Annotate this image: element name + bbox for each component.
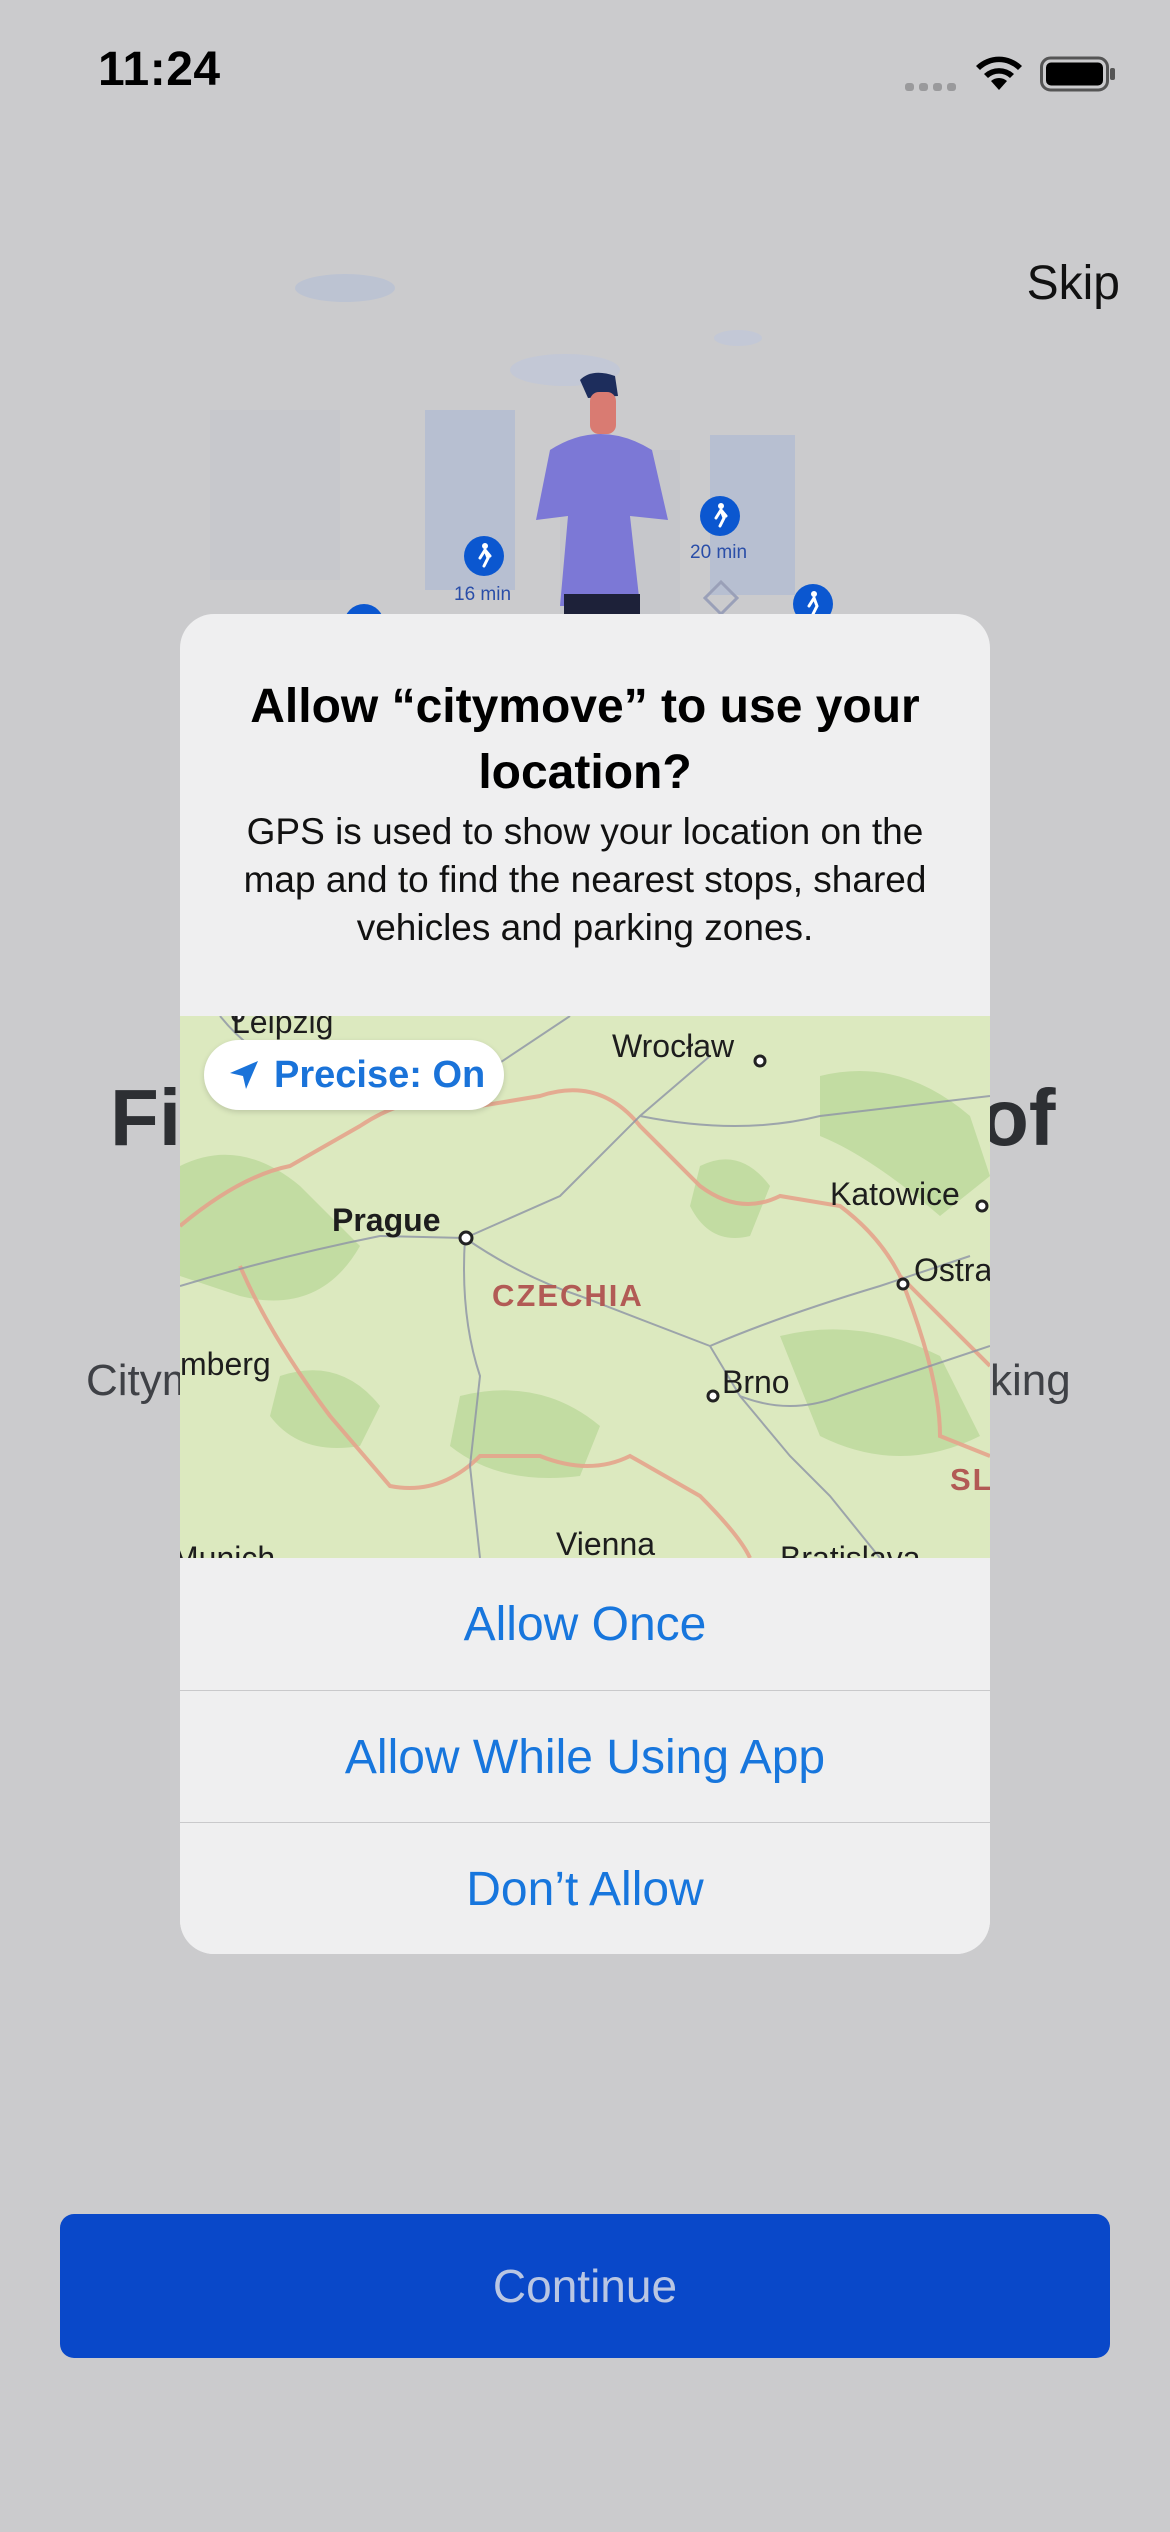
map-city-label: mberg: [180, 1346, 271, 1382]
map-city-label: Bratislava: [780, 1540, 921, 1558]
precise-location-toggle[interactable]: Precise: On: [204, 1040, 504, 1110]
route-time-label: 20 min: [690, 542, 748, 563]
cellular-signal-icon: [905, 80, 957, 92]
person-figure: [530, 370, 675, 615]
dialog-message: GPS is used to show your location on the…: [243, 811, 927, 948]
map-city-label: Vienna: [556, 1526, 656, 1558]
walk-icon: [700, 496, 740, 536]
allow-once-button[interactable]: Allow Once: [180, 1558, 990, 1690]
location-arrow-icon: [230, 1061, 258, 1089]
location-map: Leipzig Wrocław Prague Katowice Ostra mb…: [180, 1016, 990, 1558]
map-city-label: Munich: [180, 1540, 276, 1558]
dont-allow-button[interactable]: Don’t Allow: [180, 1822, 990, 1954]
route-time-label: 16 min: [454, 584, 512, 605]
map-city-label: Prague: [332, 1202, 441, 1238]
allow-while-using-button[interactable]: Allow While Using App: [180, 1690, 990, 1823]
map-city-label: Katowice: [830, 1176, 960, 1212]
skip-button[interactable]: Skip: [1027, 256, 1120, 311]
stop-marker-icon: [702, 579, 740, 617]
battery-icon: [1040, 56, 1116, 92]
map-city-label: Ostra: [914, 1252, 990, 1288]
wifi-icon: [972, 52, 1026, 92]
continue-button[interactable]: Continue: [60, 2214, 1110, 2358]
walk-icon: [793, 584, 833, 614]
map-city-label: Leipzig: [232, 1016, 334, 1040]
map-city-label: Wrocław: [612, 1028, 735, 1064]
status-time: 11:24: [98, 43, 221, 96]
precise-label: Precise: On: [274, 1053, 486, 1096]
location-permission-dialog: Allow “citymove” to use your location? G…: [180, 614, 990, 1954]
map-country-label: SL: [950, 1462, 990, 1497]
map-country-label: CZECHIA: [492, 1278, 644, 1313]
walk-icon: [464, 536, 504, 576]
map-city-label: Brno: [722, 1364, 790, 1400]
dialog-title: Allow “citymove” to use your location?: [250, 680, 920, 799]
